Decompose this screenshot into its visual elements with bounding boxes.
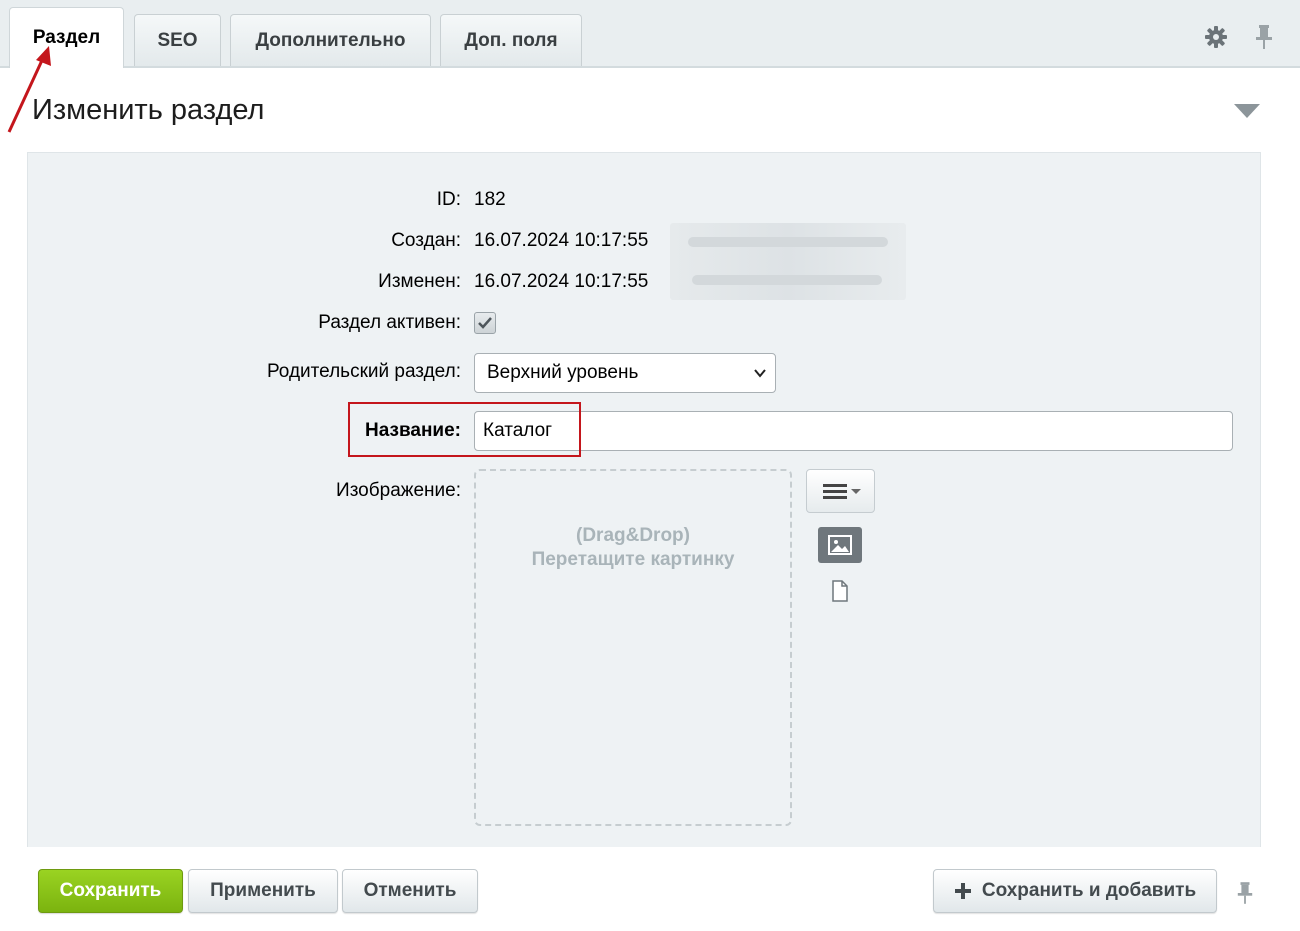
save-button-label: Сохранить (59, 880, 162, 901)
footer-pin-icon[interactable] (1236, 880, 1254, 911)
tab-bar: Раздел SEO Дополнительно Доп. поля (0, 0, 1300, 68)
check-icon (478, 317, 492, 329)
tab-label: Доп. поля (464, 29, 558, 51)
dropzone-hint-2: Перетащите картинку (531, 549, 735, 570)
image-icon (828, 535, 852, 555)
tab-seo[interactable]: SEO (134, 14, 221, 66)
save-button[interactable]: Сохранить (38, 869, 183, 913)
name-input[interactable]: Каталог (474, 411, 1233, 451)
triangle-down-icon[interactable] (1234, 104, 1260, 123)
image-dropzone[interactable]: (Drag&Drop) Перетащите картинку (474, 469, 792, 826)
modified-value: 16.07.2024 10:17:55 (474, 271, 649, 292)
tab-additional[interactable]: Дополнительно (230, 14, 431, 66)
active-label: Раздел активен: (318, 312, 461, 333)
image-menu-button[interactable] (806, 469, 875, 513)
cancel-button-label: Отменить (363, 880, 457, 901)
save-and-add-button[interactable]: Сохранить и добавить (933, 869, 1217, 913)
tab-extra-fields[interactable]: Доп. поля (440, 14, 582, 66)
modified-label: Изменен: (378, 271, 461, 292)
id-value: 182 (474, 189, 506, 210)
gear-icon[interactable] (1203, 24, 1229, 50)
id-label: ID: (436, 189, 461, 210)
page-title: Изменить раздел (32, 94, 265, 126)
apply-button[interactable]: Применить (188, 869, 338, 913)
tab-label: Дополнительно (255, 29, 406, 51)
created-label: Создан: (391, 230, 461, 251)
cancel-button[interactable]: Отменить (342, 869, 478, 913)
apply-button-label: Применить (210, 880, 316, 901)
annotation-highlight-box (348, 402, 581, 457)
file-mode-button[interactable] (830, 579, 850, 608)
parent-select-value: Верхний уровень (487, 362, 639, 383)
created-value: 16.07.2024 10:17:55 (474, 230, 649, 251)
image-mode-button[interactable] (818, 527, 862, 563)
dropzone-hint-1: (Drag&Drop) (576, 525, 690, 546)
parent-select[interactable]: Верхний уровень (474, 353, 776, 393)
parent-label: Родительский раздел: (266, 361, 461, 382)
pin-icon[interactable] (1251, 24, 1277, 50)
save-and-add-label: Сохранить и добавить (981, 880, 1197, 901)
hamburger-icon (822, 484, 861, 499)
active-checkbox[interactable] (474, 312, 496, 334)
chevron-down-icon (754, 369, 766, 378)
image-label: Изображение: (336, 480, 461, 501)
tab-label: SEO (157, 29, 198, 51)
redacted-user-info (670, 223, 906, 300)
plus-icon (954, 883, 971, 899)
file-icon (832, 580, 848, 602)
